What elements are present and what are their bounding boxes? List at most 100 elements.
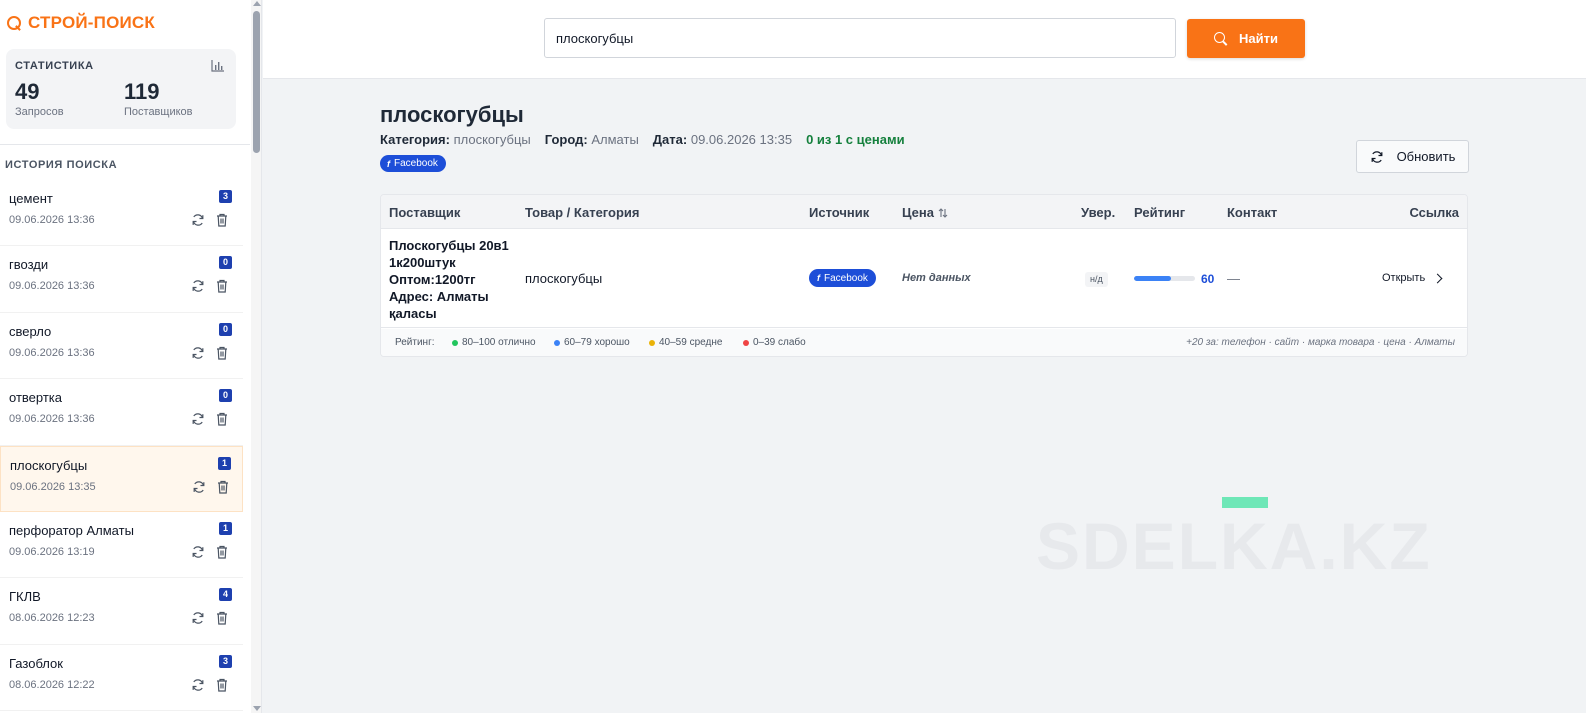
yellow-dot-icon: [649, 339, 655, 346]
history-query: цемент: [9, 191, 53, 206]
history-query: ГКЛВ: [9, 589, 41, 605]
bar-chart-icon[interactable]: [211, 60, 225, 72]
page-title: плоскогубцы: [380, 102, 524, 127]
trash-icon[interactable]: [216, 213, 228, 227]
rating-bar-fill: [1134, 276, 1171, 281]
stat-requests-value: 49: [15, 79, 40, 104]
history-item[interactable]: сверло 09.06.2026 13:36 0: [0, 313, 243, 380]
history-item[interactable]: перфоратор Алматы 09.06.2026 13:19 1: [0, 512, 243, 579]
history-date: 08.06.2026 12:22: [9, 678, 95, 691]
table-row[interactable]: Плоскогубцы 20в1 1к200штук Оптом:1200тг …: [381, 229, 1467, 328]
history-query: Газоблок: [9, 655, 63, 671]
meta-date: Дата: 09.06.2026 13:35: [653, 132, 792, 147]
history-item[interactable]: гвозди 09.06.2026 13:36 0: [0, 246, 243, 313]
watermark-logo: SDELKA.KZ: [1036, 509, 1432, 583]
source-tag-label: Facebook: [394, 158, 438, 169]
history-item[interactable]: плоскогубцы 09.06.2026 13:35 1: [0, 445, 243, 512]
meta-city-value: Алматы: [591, 132, 639, 147]
legend-item-weak: 0–39 слабо: [743, 337, 806, 348]
refresh-icon[interactable]: [191, 611, 205, 625]
source-tag-facebook[interactable]: f Facebook: [380, 155, 446, 172]
result-count-badge: 3: [219, 654, 232, 668]
refresh-icon[interactable]: [191, 412, 205, 426]
results-meta: Категория: плоскогубцы Город: Алматы Дат…: [380, 132, 905, 147]
trash-icon[interactable]: [217, 480, 229, 494]
refresh-icon[interactable]: [192, 480, 206, 494]
sort-icon[interactable]: [938, 207, 948, 218]
legend-text: 0–39 слабо: [753, 337, 806, 348]
th-product: Товар / Категория: [525, 205, 640, 220]
trash-icon[interactable]: [216, 611, 228, 625]
source-badge-facebook: f Facebook: [809, 269, 876, 287]
history-query: отвертка: [9, 390, 62, 406]
refresh-icon[interactable]: [191, 346, 205, 360]
stats-title: СТАТИСТИКА: [15, 60, 94, 72]
trash-icon[interactable]: [216, 678, 228, 692]
result-count-badge: 4: [219, 588, 232, 602]
refresh-icon[interactable]: [191, 545, 205, 559]
history-item[interactable]: ГКЛВ 08.06.2026 12:23 4: [0, 578, 243, 645]
open-link[interactable]: Открыть: [1382, 272, 1443, 284]
search-button[interactable]: Найти: [1187, 19, 1305, 58]
th-price-label: Цена: [902, 205, 934, 220]
scroll-thumb[interactable]: [253, 11, 260, 153]
meta-category-value: плоскогубцы: [453, 132, 531, 147]
contact-cell: —: [1227, 271, 1240, 286]
legend-item-average: 40–59 средне: [649, 337, 722, 348]
history-item[interactable]: отвертка 09.06.2026 13:36 0: [0, 379, 243, 446]
refresh-icon: [1371, 150, 1382, 163]
scroll-down-arrow-icon[interactable]: [253, 706, 261, 711]
result-count-badge: 0: [219, 256, 232, 270]
rating-legend: Рейтинг: 80–100 отлично 60–79 хорошо 40–…: [381, 329, 1467, 356]
history-date: 08.06.2026 12:23: [9, 612, 95, 625]
history-list: цемент 09.06.2026 13:36 3 гвозди 09.06.2…: [0, 180, 250, 712]
refresh-icon[interactable]: [191, 279, 205, 293]
watermark-accent: [1222, 497, 1268, 508]
brand[interactable]: СТРОЙ-ПОИСК: [6, 13, 155, 33]
search-icon: [6, 15, 22, 31]
refresh-button[interactable]: Обновить: [1356, 140, 1469, 173]
stat-suppliers-label: Поставщиков: [124, 106, 193, 118]
blue-dot-icon: [554, 339, 560, 346]
refresh-icon[interactable]: [191, 213, 205, 227]
history-item[interactable]: цемент 09.06.2026 13:36 3: [0, 180, 243, 247]
history-date: 09.06.2026 13:36: [9, 413, 95, 426]
trash-icon[interactable]: [216, 412, 228, 426]
th-rating: Рейтинг: [1134, 205, 1186, 220]
th-confidence: Увер.: [1081, 205, 1116, 220]
legend-item-excellent: 80–100 отлично: [452, 337, 536, 348]
history-date: 09.06.2026 13:36: [9, 346, 95, 359]
history-item[interactable]: Газоблок 08.06.2026 12:22 3: [0, 645, 243, 712]
red-dot-icon: [743, 339, 749, 346]
meta-category: Категория: плоскогубцы: [380, 132, 531, 147]
th-price[interactable]: Цена: [902, 205, 948, 220]
th-supplier: Поставщик: [389, 205, 461, 220]
result-count-badge: 1: [218, 456, 231, 470]
confidence-badge: н/д: [1085, 272, 1108, 287]
history-query: гвозди: [9, 257, 49, 273]
stat-suppliers-value: 119: [124, 79, 160, 104]
sidebar-scrollbar[interactable]: [251, 0, 261, 713]
refresh-icon[interactable]: [191, 678, 205, 692]
trash-icon[interactable]: [216, 545, 228, 559]
scroll-up-arrow-icon[interactable]: [253, 1, 261, 6]
open-link-label: Открыть: [1382, 272, 1426, 284]
stat-suppliers: 119 Поставщиков: [124, 79, 193, 119]
result-count-badge: 0: [219, 322, 232, 336]
history-date: 09.06.2026 13:35: [10, 480, 96, 493]
sidebar-divider: [0, 144, 250, 145]
trash-icon[interactable]: [216, 279, 228, 293]
trash-icon[interactable]: [216, 346, 228, 360]
source-badge-label: Facebook: [824, 272, 868, 284]
search-button-label: Найти: [1239, 31, 1278, 46]
brand-name: СТРОЙ-ПОИСК: [28, 13, 155, 32]
history-date: 09.06.2026 13:19: [9, 545, 95, 558]
search-input[interactable]: [544, 18, 1176, 58]
facebook-icon: f: [817, 273, 820, 283]
meta-date-value: 09.06.2026 13:35: [690, 132, 793, 147]
stat-requests: 49 Запросов: [15, 79, 64, 119]
th-source: Источник: [809, 205, 870, 220]
search-icon: [1214, 31, 1228, 46]
history-query: перфоратор Алматы: [9, 522, 134, 538]
stat-requests-label: Запросов: [15, 106, 64, 118]
